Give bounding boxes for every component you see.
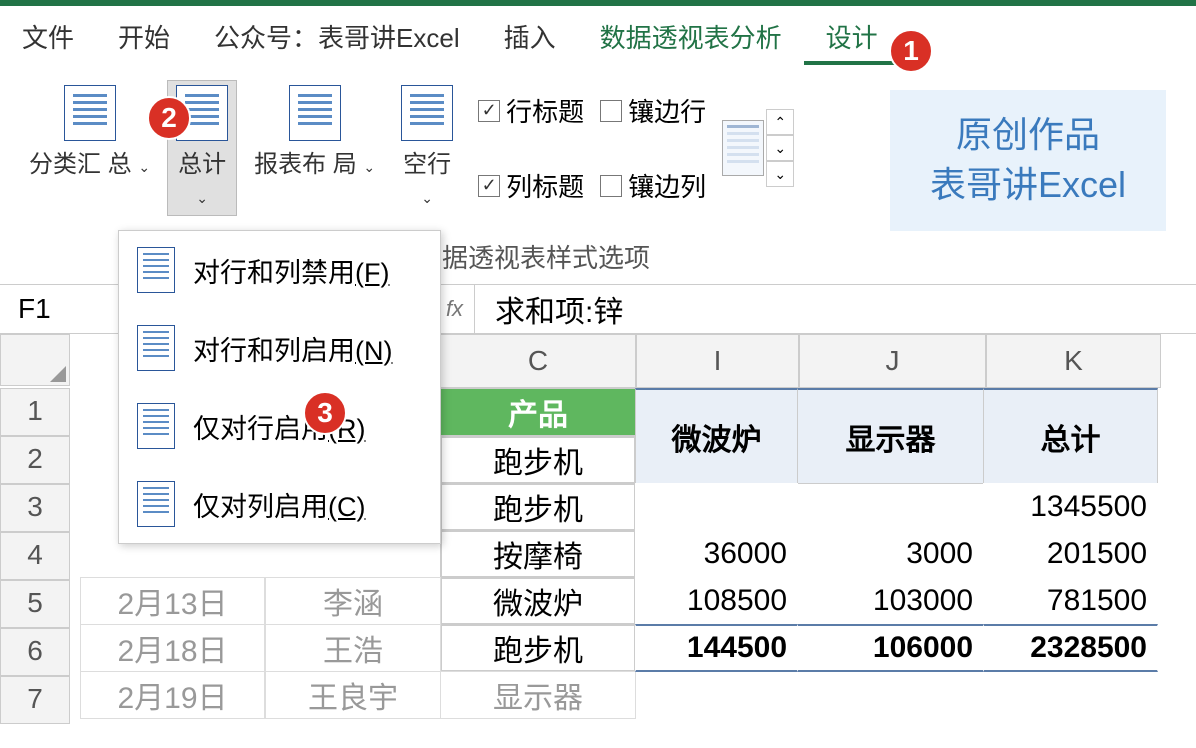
menu-home[interactable]: 开始 [96,18,192,55]
pivot-header-i[interactable]: 微波炉 [635,388,798,484]
option-icon [137,325,175,371]
col-header-c[interactable]: C [440,334,636,388]
blank-rows-icon [401,85,453,141]
ribbon-group-label: 据透视表样式选项 [442,238,650,275]
cell-b5[interactable]: 李涵 [265,577,441,625]
cols-only-option[interactable]: 仅对列启用(C) [119,465,440,543]
gallery-up[interactable]: ⌃ [766,109,794,135]
row-header[interactable]: 1 [0,388,70,436]
cell-j5[interactable]: 103000 [797,577,984,625]
fx-icon[interactable]: fx [435,285,475,333]
select-all-corner[interactable] [0,334,70,386]
annotation-badge-3: 3 [303,391,347,435]
cell-i6[interactable]: 144500 [635,624,798,672]
row-headers-checkbox[interactable]: ✓ 行标题 [478,92,584,129]
cell-c2[interactable]: 跑步机 [440,436,636,484]
col-header-k[interactable]: K [986,334,1161,388]
totals-dropdown: 对行和列禁用(F) 对行和列启用(N) 仅对行启用(R) 仅对列启用(C) [118,230,441,544]
row-header[interactable]: 7 [0,676,70,724]
unchecked-icon [600,100,622,122]
cell-c7[interactable]: 显示器 [440,671,636,719]
annotation-badge-1: 1 [889,29,933,73]
cell-i3[interactable] [635,483,798,531]
cell-a6[interactable]: 2月18日 [80,624,265,672]
layout-button[interactable]: 报表布 局 ⌄ [245,80,384,216]
option-icon [137,247,175,293]
subtotals-button[interactable]: 分类汇 总 ⌄ [20,80,159,216]
menu-bar: 文件 开始 公众号：表哥讲Excel 插入 数据透视表分析 设计 [0,6,1196,70]
watermark: 原创作品 表哥讲Excel [890,90,1166,231]
cell-c4[interactable]: 按摩椅 [440,530,636,578]
menu-file[interactable]: 文件 [0,18,96,55]
gallery-down[interactable]: ⌄ [766,135,794,161]
cell-j6[interactable]: 106000 [797,624,984,672]
banded-rows-checkbox[interactable]: 镶边行 [600,92,706,129]
cell-b7[interactable]: 王良宇 [265,671,441,719]
check-icon: ✓ [478,100,500,122]
col-header-i[interactable]: I [636,334,799,388]
option-icon [137,481,175,527]
row-header[interactable]: 6 [0,628,70,676]
cell-c6[interactable]: 跑步机 [440,624,636,672]
cell-i4[interactable]: 36000 [635,530,798,578]
style-gallery[interactable]: ⌃ ⌄ ⌄ [722,80,794,216]
cell-b6[interactable]: 王浩 [265,624,441,672]
check-icon: ✓ [478,175,500,197]
pivot-header-k[interactable]: 总计 [983,388,1158,484]
menu-account[interactable]: 公众号：表哥讲Excel [192,18,482,55]
disable-rows-cols-option[interactable]: 对行和列禁用(F) [119,231,440,309]
enable-rows-cols-option[interactable]: 对行和列启用(N) [119,309,440,387]
style-thumb[interactable] [722,120,764,176]
annotation-badge-2: 2 [147,96,191,140]
cell-a7[interactable]: 2月19日 [80,671,265,719]
cell-k3[interactable]: 1345500 [983,483,1158,531]
layout-icon [289,85,341,141]
row-headers: 1 2 3 4 5 6 7 [0,388,70,724]
row-header[interactable]: 3 [0,484,70,532]
formula-input[interactable]: 求和项:锌 [475,287,1196,331]
menu-analyze[interactable]: 数据透视表分析 [578,18,804,55]
subtotals-icon [64,85,116,141]
header-product[interactable]: 产品 [440,388,636,436]
cell-a5[interactable]: 2月13日 [80,577,265,625]
cell-k4[interactable]: 201500 [983,530,1158,578]
col-headers-checkbox[interactable]: ✓ 列标题 [478,167,584,204]
cell-k5[interactable]: 781500 [983,577,1158,625]
col-header-j[interactable]: J [799,334,986,388]
row-header[interactable]: 5 [0,580,70,628]
unchecked-icon [600,175,622,197]
gallery-more[interactable]: ⌄ [766,161,794,187]
cell-i5[interactable]: 108500 [635,577,798,625]
row-header[interactable]: 4 [0,532,70,580]
row-header[interactable]: 2 [0,436,70,484]
rows-only-option[interactable]: 仅对行启用(R) [119,387,440,465]
cell-c5[interactable]: 微波炉 [440,577,636,625]
pivot-header-j[interactable]: 显示器 [797,388,984,484]
option-icon [137,403,175,449]
cell-c3[interactable]: 跑步机 [440,483,636,531]
style-options-group: ✓ 行标题 镶边行 ✓ 列标题 镶边列 [470,80,714,216]
cell-j4[interactable]: 3000 [797,530,984,578]
banded-cols-checkbox[interactable]: 镶边列 [600,167,706,204]
blank-rows-button[interactable]: 空行⌄ [392,80,462,216]
name-box[interactable]: F1 [0,285,125,333]
cell-k6[interactable]: 2328500 [983,624,1158,672]
menu-insert[interactable]: 插入 [482,18,578,55]
menu-design[interactable]: 设计 [804,18,900,55]
